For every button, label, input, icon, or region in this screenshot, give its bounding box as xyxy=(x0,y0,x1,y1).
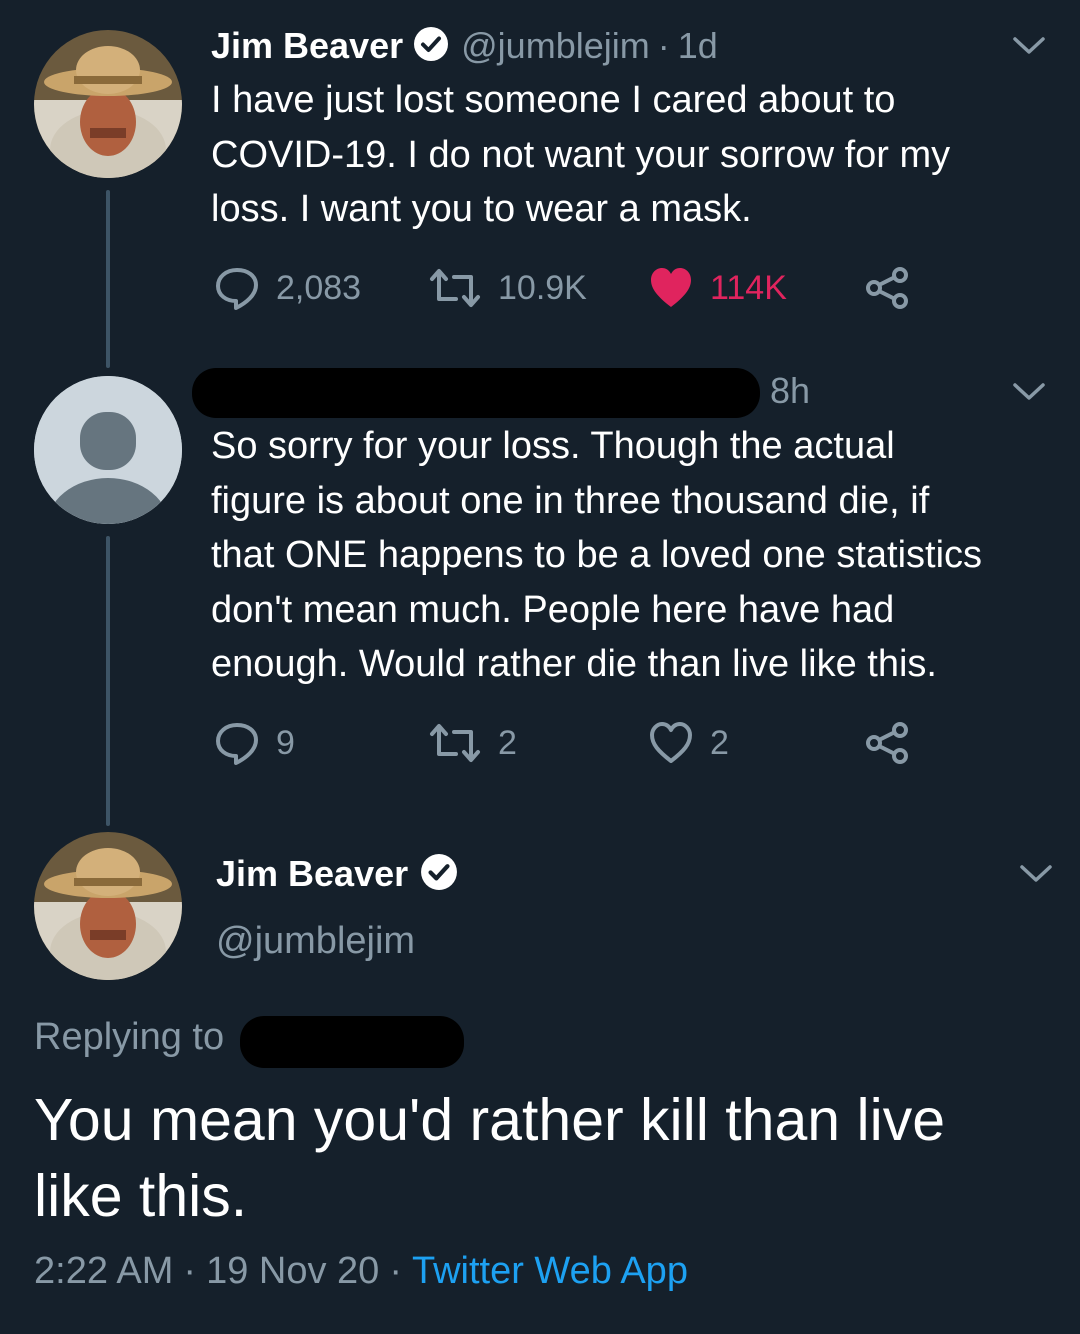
replying-to-label: Replying to xyxy=(34,1016,225,1058)
avatar-jim-beaver[interactable] xyxy=(34,30,182,178)
handle[interactable]: @jumblejim xyxy=(461,25,650,67)
tweet-line: I have just lost someone I cared about t… xyxy=(211,79,896,121)
tweet-time[interactable]: 2:22 AM xyxy=(34,1250,173,1293)
verified-badge-icon xyxy=(420,853,458,896)
chevron-down-icon[interactable] xyxy=(1011,34,1047,63)
verified-badge-icon xyxy=(413,26,449,67)
retweet-count: 2 xyxy=(498,723,517,762)
tweet-line: like this. xyxy=(34,1163,248,1229)
chevron-down-icon[interactable] xyxy=(1011,380,1047,409)
handle[interactable]: @jumblejim xyxy=(216,920,415,963)
source-link[interactable]: Twitter Web App xyxy=(412,1250,688,1293)
default-avatar-icon xyxy=(34,376,182,524)
retweet-button[interactable]: 10.9K xyxy=(428,265,587,311)
heart-icon xyxy=(650,722,692,763)
redacted-handle xyxy=(240,1016,464,1068)
thread-line xyxy=(106,190,110,368)
retweet-count: 10.9K xyxy=(498,268,587,307)
tweet3-header: Jim Beaver xyxy=(216,852,458,896)
tweet-meta: 2:22 AM · 19 Nov 20 · Twitter Web App xyxy=(34,1250,688,1293)
tweet1-header: Jim Beaver @jumblejim · 1d xyxy=(211,24,718,68)
reply-button[interactable]: 9 xyxy=(214,720,295,766)
avatar-jim-beaver[interactable] xyxy=(34,832,182,980)
reply-icon xyxy=(216,723,258,765)
reply-icon xyxy=(216,268,258,310)
tweet2-text: So sorry for your loss. Though the actua… xyxy=(211,419,1056,692)
timestamp[interactable]: 1d xyxy=(678,25,718,67)
reply-button[interactable]: 2,083 xyxy=(214,265,361,311)
like-count: 2 xyxy=(710,723,729,762)
display-name[interactable]: Jim Beaver xyxy=(211,25,403,67)
tweet-line: COVID-19. I do not want your sorrow for … xyxy=(211,133,951,176)
separator: · xyxy=(657,25,670,66)
retweet-button[interactable]: 2 xyxy=(428,720,517,766)
chevron-down-icon[interactable] xyxy=(1018,862,1054,891)
display-name[interactable]: Jim Beaver xyxy=(216,853,408,895)
redacted-name xyxy=(192,368,760,418)
tweet-line: don't mean much. People here have had xyxy=(211,588,895,631)
tweet-line: that ONE happens to be a loved one stati… xyxy=(211,534,983,576)
thread-line xyxy=(106,536,110,826)
like-button[interactable]: 2 xyxy=(648,720,729,766)
reply-count: 2,083 xyxy=(276,268,362,307)
tweet3-text: You mean you'd rather kill than live lik… xyxy=(34,1082,1064,1234)
avatar-default[interactable] xyxy=(34,376,182,524)
share-button[interactable] xyxy=(864,265,926,311)
tweet-line: enough. Would rather die than live like … xyxy=(211,643,937,685)
tweet-line: loss. I want you to wear a mask. xyxy=(211,188,752,230)
share-button[interactable] xyxy=(864,720,926,766)
share-icon xyxy=(866,722,908,764)
timestamp[interactable]: 8h xyxy=(770,370,810,412)
share-icon xyxy=(866,267,908,309)
retweet-icon xyxy=(430,269,480,307)
tweet-line: So sorry for your loss. Though the actua… xyxy=(211,425,895,467)
separator: · xyxy=(183,1250,197,1292)
reply-count: 9 xyxy=(276,723,295,762)
separator: · xyxy=(389,1250,402,1292)
tweet-date[interactable]: 19 Nov 20 xyxy=(206,1250,379,1293)
tweet1-text: I have just lost someone I cared about t… xyxy=(211,73,1051,237)
tweet-line: You mean you'd rather kill than live xyxy=(34,1087,946,1153)
retweet-icon xyxy=(430,724,480,762)
like-button[interactable]: 114K xyxy=(648,265,787,311)
heart-icon xyxy=(651,268,691,307)
like-count: 114K xyxy=(710,268,787,307)
tweet-line: figure is about one in three thousand di… xyxy=(211,479,930,522)
